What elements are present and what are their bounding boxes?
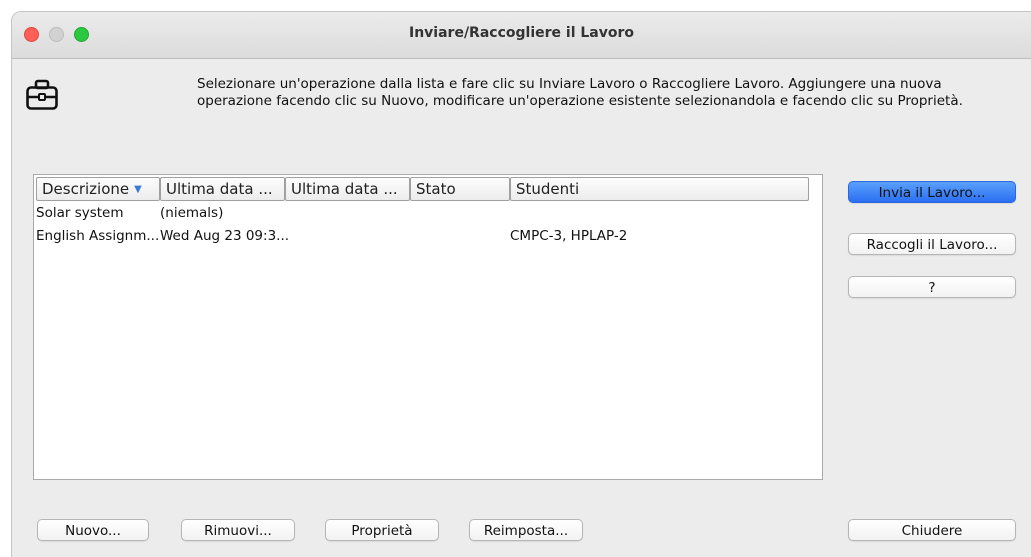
help-button[interactable]: ? — [848, 276, 1016, 298]
cell-studenti: CMPC-3, HPLAP-2 — [510, 228, 628, 244]
title-bar[interactable]: Inviare/Raccogliere il Lavoro — [12, 12, 1031, 59]
window-title: Inviare/Raccogliere il Lavoro — [409, 25, 634, 41]
column-header-descrizione[interactable]: Descrizione ▼ — [36, 177, 160, 201]
sort-descending-icon: ▼ — [134, 184, 142, 195]
collect-work-button[interactable]: Raccogli il Lavoro... — [848, 233, 1016, 255]
column-header-ultima-data-2[interactable]: Ultima data ... — [285, 177, 410, 201]
reset-button[interactable]: Reimposta... — [469, 519, 583, 541]
instructions-text: Selezionare un'operazione dalla lista e … — [197, 76, 1017, 110]
close-button[interactable]: Chiudere — [848, 519, 1016, 541]
column-header-stato[interactable]: Stato — [410, 177, 510, 201]
cell-descrizione: English Assignm... — [36, 228, 160, 244]
send-work-button[interactable]: Invia il Lavoro... — [848, 181, 1016, 203]
column-header-ultima-data-1[interactable]: Ultima data ... — [160, 177, 285, 201]
instructions-line-2: operazione facendo clic su Nuovo, modifi… — [197, 93, 963, 109]
send-collect-window: Inviare/Raccogliere il Lavoro Selezionar… — [11, 11, 1031, 557]
operations-table[interactable]: Descrizione ▼ Ultima data ... Ultima data… — [33, 174, 823, 480]
table-row[interactable]: Solar system (niemals) — [36, 205, 816, 227]
remove-button[interactable]: Rimuovi... — [181, 519, 295, 541]
briefcase-icon — [26, 79, 58, 110]
new-button[interactable]: Nuovo... — [37, 519, 149, 541]
column-header-studenti[interactable]: Studenti — [510, 177, 809, 201]
cell-ultima-data-1: Wed Aug 23 09:3... — [160, 228, 290, 244]
table-row[interactable]: English Assignm... Wed Aug 23 09:3... CM… — [36, 228, 816, 250]
instructions-line-1: Selezionare un'operazione dalla lista e … — [197, 76, 942, 92]
cell-descrizione: Solar system — [36, 205, 124, 221]
properties-button[interactable]: Proprietà — [325, 519, 439, 541]
cell-ultima-data-1: (niemals) — [160, 205, 224, 221]
